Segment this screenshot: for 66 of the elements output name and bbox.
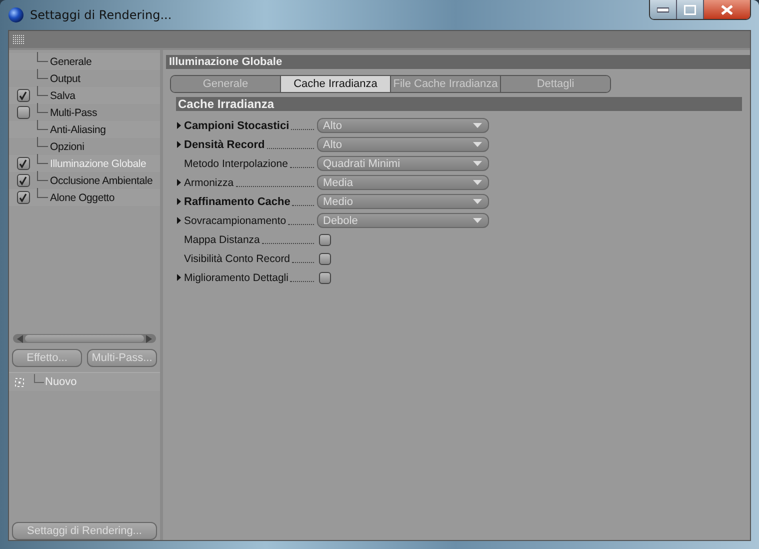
expand-icon[interactable] bbox=[177, 217, 181, 224]
sphere-icon bbox=[8, 7, 24, 23]
dropdown-arrow-icon bbox=[473, 142, 482, 147]
setting-label: Metodo Interpolazione bbox=[184, 158, 288, 170]
expand-icon[interactable] bbox=[177, 122, 181, 129]
checkbox[interactable] bbox=[319, 252, 331, 264]
expand-icon[interactable] bbox=[177, 179, 181, 186]
minimize-button[interactable] bbox=[650, 0, 677, 19]
dropdown-value: Medio bbox=[323, 196, 353, 208]
dropdown[interactable]: Debole bbox=[317, 213, 489, 228]
setting-label: Miglioramento Dettagli bbox=[184, 272, 288, 284]
tab[interactable]: Cache Irradianza bbox=[281, 76, 391, 92]
dropdown-arrow-icon bbox=[473, 218, 482, 223]
dropdown[interactable]: Medio bbox=[317, 194, 489, 209]
sidebar-item[interactable]: Multi-Pass bbox=[50, 106, 98, 118]
sidebar-item[interactable]: Salva bbox=[50, 90, 76, 102]
checkbox[interactable] bbox=[16, 174, 30, 187]
dropdown[interactable]: Alto bbox=[317, 118, 489, 133]
tab[interactable]: Generale bbox=[171, 76, 281, 92]
dropdown-arrow-icon bbox=[473, 180, 482, 185]
dropdown-arrow-icon bbox=[473, 123, 482, 128]
sidebar-button[interactable]: Multi-Pass... bbox=[87, 349, 157, 367]
setting-label: Raffinamento Cache bbox=[184, 196, 290, 208]
sidebar-item[interactable]: Output bbox=[50, 72, 80, 84]
tab[interactable]: File Cache Irradianza bbox=[391, 76, 501, 92]
dropdown-value: Alto bbox=[323, 138, 342, 150]
expand-icon[interactable] bbox=[177, 141, 181, 148]
dropdown[interactable]: Media bbox=[317, 175, 489, 190]
dropdown[interactable]: Alto bbox=[317, 137, 489, 152]
sidebar-button[interactable]: Effetto... bbox=[12, 349, 82, 367]
preset-item[interactable]: Nuovo bbox=[45, 376, 77, 388]
dropdown-arrow-icon bbox=[473, 161, 482, 166]
checkbox[interactable] bbox=[16, 191, 30, 204]
maximize-icon bbox=[684, 4, 696, 14]
checkbox[interactable] bbox=[16, 106, 30, 119]
dropdown-value: Debole bbox=[323, 214, 358, 226]
minimize-icon bbox=[657, 6, 669, 12]
sidebar-item[interactable]: Occlusione Ambientale bbox=[50, 174, 153, 186]
setting-label: Visibilità Conto Record bbox=[184, 252, 290, 264]
close-button[interactable] bbox=[704, 0, 750, 19]
sidebar-item[interactable]: Generale bbox=[50, 56, 92, 68]
dropdown[interactable]: Quadrati Minimi bbox=[317, 156, 489, 171]
target-icon bbox=[15, 378, 24, 386]
tab[interactable]: Dettagli bbox=[501, 76, 610, 92]
render-settings-button[interactable]: Settaggi di Rendering... bbox=[12, 522, 157, 540]
close-icon bbox=[721, 4, 733, 14]
dropdown-value: Media bbox=[323, 176, 353, 188]
checkbox[interactable] bbox=[319, 234, 331, 246]
setting-label: Armonizza bbox=[184, 176, 234, 188]
checkbox[interactable] bbox=[319, 272, 331, 284]
dropdown-value: Alto bbox=[323, 120, 342, 132]
sidebar-item[interactable]: Opzioni bbox=[50, 140, 84, 152]
window-title: Settaggi di Rendering... bbox=[30, 8, 172, 22]
setting-label: Campioni Stocastici bbox=[184, 120, 290, 132]
section-header: Cache Irradianza bbox=[176, 97, 742, 111]
maximize-button[interactable] bbox=[677, 0, 704, 19]
expand-icon[interactable] bbox=[177, 274, 181, 281]
setting-label: Mappa Distanza bbox=[184, 234, 260, 246]
panel-title: Illuminazione Globale bbox=[166, 55, 750, 69]
expand-icon[interactable] bbox=[177, 198, 181, 205]
checkbox[interactable] bbox=[16, 89, 30, 102]
setting-label: Sovracampionamento bbox=[184, 214, 286, 226]
dropdown-arrow-icon bbox=[473, 199, 482, 204]
checkbox[interactable] bbox=[16, 157, 30, 170]
dropdown-value: Quadrati Minimi bbox=[323, 158, 400, 170]
setting-label: Densità Record bbox=[184, 138, 265, 150]
